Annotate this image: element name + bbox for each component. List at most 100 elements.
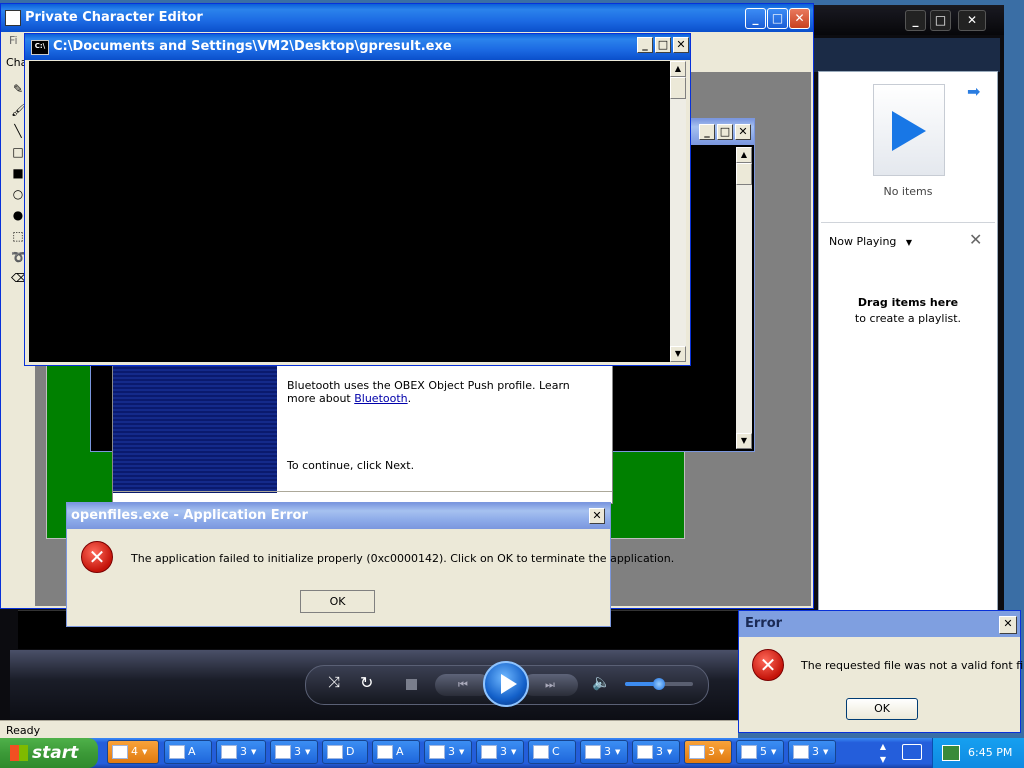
play-button[interactable] xyxy=(483,661,529,707)
shuffle-icon[interactable]: ⤨ xyxy=(328,673,340,691)
scroll-down-arrow-icon[interactable]: ▼ xyxy=(670,346,686,362)
wmp-close-button[interactable]: ✕ xyxy=(958,10,986,31)
scroll-down-arrow-icon[interactable]: ▼ xyxy=(736,433,752,449)
taskbar-button[interactable]: 3 ▼ xyxy=(580,740,628,764)
pce-minimize-button[interactable]: _ xyxy=(745,8,766,29)
volume-slider[interactable] xyxy=(625,678,693,690)
windows-logo-icon xyxy=(10,745,28,761)
pencil-icon[interactable]: ✎ xyxy=(11,82,25,96)
pce-title: Private Character Editor xyxy=(25,10,203,25)
font-error-message: The requested file was not a valid font … xyxy=(801,659,1024,672)
clock[interactable]: 6:45 PM xyxy=(968,746,1012,759)
gpresult-console-window: C:\ C:\Documents and Settings\VM2\Deskto… xyxy=(24,33,691,366)
volume-thumb[interactable] xyxy=(653,678,665,690)
taskbar-button[interactable]: 3 ▼ xyxy=(684,740,732,764)
wizard-side-banner xyxy=(113,363,277,493)
taskbar-button-label: 4 xyxy=(131,745,138,758)
gpresult-titlebar: C:\ C:\Documents and Settings\VM2\Deskto… xyxy=(25,34,690,60)
app-icon xyxy=(327,745,343,759)
wizard-text-end: . xyxy=(407,392,412,405)
gpresult-maximize-button[interactable]: □ xyxy=(655,37,671,53)
taskbar-button-label: 3 xyxy=(500,745,507,758)
wmp-maximize-button[interactable]: □ xyxy=(930,10,951,31)
console-icon xyxy=(481,745,497,759)
taskbar-button[interactable]: 3 ▼ xyxy=(788,740,836,764)
no-items-thumbnail xyxy=(873,84,945,176)
window-icon xyxy=(637,745,653,759)
now-playing-dropdown[interactable]: Now Playing ▼ xyxy=(829,235,912,248)
eraser-icon[interactable]: ⌫ xyxy=(11,271,28,285)
pce-close-button[interactable]: ✕ xyxy=(789,8,810,29)
gpresult-console-output[interactable] xyxy=(29,61,672,362)
taskbar-button[interactable]: 5 ▼ xyxy=(736,740,784,764)
scroll-thumb[interactable] xyxy=(736,163,752,185)
taskbar-button[interactable]: 3 ▼ xyxy=(424,740,472,764)
error-icon: ✕ xyxy=(752,649,784,681)
gpresult-scrollbar[interactable]: ▲ ▼ xyxy=(670,61,686,362)
wizard-divider xyxy=(113,491,612,492)
no-items-label: No items xyxy=(883,185,933,198)
font-error-ok-button[interactable]: OK xyxy=(846,698,918,720)
repeat-icon[interactable]: ↻ xyxy=(360,673,373,692)
next-button[interactable]: ⏭ xyxy=(522,674,578,696)
gpresult-close-button[interactable]: ✕ xyxy=(673,37,689,53)
ellipse-outline-icon[interactable]: ○ xyxy=(11,187,25,201)
drag-items-title: Drag items here xyxy=(857,296,959,309)
taskbar-button[interactable]: 3 ▼ xyxy=(270,740,318,764)
scroll-thumb[interactable] xyxy=(670,77,686,99)
taskbar-button[interactable]: 3 ▼ xyxy=(632,740,680,764)
line-icon[interactable]: ╲ xyxy=(11,124,25,138)
window-icon xyxy=(741,745,757,759)
ellipse-fill-icon[interactable]: ● xyxy=(11,208,25,222)
font-error-close-button[interactable]: ✕ xyxy=(999,616,1017,634)
taskbar-button[interactable]: C xyxy=(528,740,576,764)
taskbar-button[interactable]: A xyxy=(372,740,420,764)
taskbar-button[interactable]: 3 ▼ xyxy=(216,740,266,764)
taskbar-button[interactable]: A xyxy=(164,740,212,764)
window-icon xyxy=(585,745,601,759)
scroll-up-arrow-icon[interactable]: ▲ xyxy=(736,147,752,163)
rect-outline-icon[interactable]: □ xyxy=(11,145,25,159)
wmp-minimize-button[interactable]: _ xyxy=(905,10,926,31)
mute-icon[interactable]: 🔈 xyxy=(592,673,611,691)
rect-fill-icon[interactable]: ■ xyxy=(11,166,25,180)
console2-scrollbar[interactable]: ▲ ▼ xyxy=(736,147,752,449)
app-error-close-button[interactable]: ✕ xyxy=(589,508,605,524)
rect-select-icon[interactable]: ⬚ xyxy=(11,229,25,243)
network-icon xyxy=(169,745,185,759)
font-error-titlebar: Error xyxy=(739,611,1020,637)
console2-close-button[interactable]: ✕ xyxy=(735,124,751,140)
bluetooth-link[interactable]: Bluetooth xyxy=(354,392,407,405)
chevron-down-icon: ▼ xyxy=(305,748,311,756)
forward-arrow-icon[interactable]: ➡ xyxy=(967,82,980,101)
taskbar-button[interactable]: D xyxy=(322,740,368,764)
network-tray-icon[interactable] xyxy=(942,745,960,761)
clear-list-icon[interactable]: ✕ xyxy=(969,230,982,249)
start-label: start xyxy=(32,743,79,763)
app-error-title: openfiles.exe - Application Error xyxy=(71,508,308,523)
taskbar-button[interactable]: 3 ▼ xyxy=(476,740,524,764)
document-icon xyxy=(429,745,445,759)
drag-items-subtitle: to create a playlist. xyxy=(854,312,962,325)
quick-launch-scroll[interactable]: ▲ ▼ xyxy=(876,740,890,766)
taskbar-button-label: 5 xyxy=(760,745,767,758)
console-icon: C:\ xyxy=(31,40,49,55)
pce-maximize-button[interactable]: □ xyxy=(767,8,788,29)
pce-menu-file[interactable]: Fi xyxy=(9,34,18,47)
gpresult-minimize-button[interactable]: _ xyxy=(637,37,653,53)
chevron-down-icon: ▼ xyxy=(511,748,517,756)
stop-button[interactable] xyxy=(406,679,417,690)
keyboard-icon[interactable] xyxy=(902,744,922,760)
window-icon xyxy=(275,745,291,759)
start-button[interactable]: start xyxy=(0,738,98,768)
tool-icon xyxy=(377,745,393,759)
lasso-icon[interactable]: ➰ xyxy=(11,250,26,264)
scroll-up-arrow-icon[interactable]: ▲ xyxy=(670,61,686,77)
divider xyxy=(821,222,995,223)
app-error-ok-button[interactable]: OK xyxy=(300,590,375,613)
brush-icon[interactable]: 🖌 xyxy=(11,103,26,117)
console2-maximize-button[interactable]: □ xyxy=(717,124,733,140)
taskbar-button[interactable]: 4 ▼ xyxy=(107,740,159,764)
console2-minimize-button[interactable]: _ xyxy=(699,124,715,140)
application-error-dialog: openfiles.exe - Application Error ✕ ✕ Th… xyxy=(66,502,674,627)
